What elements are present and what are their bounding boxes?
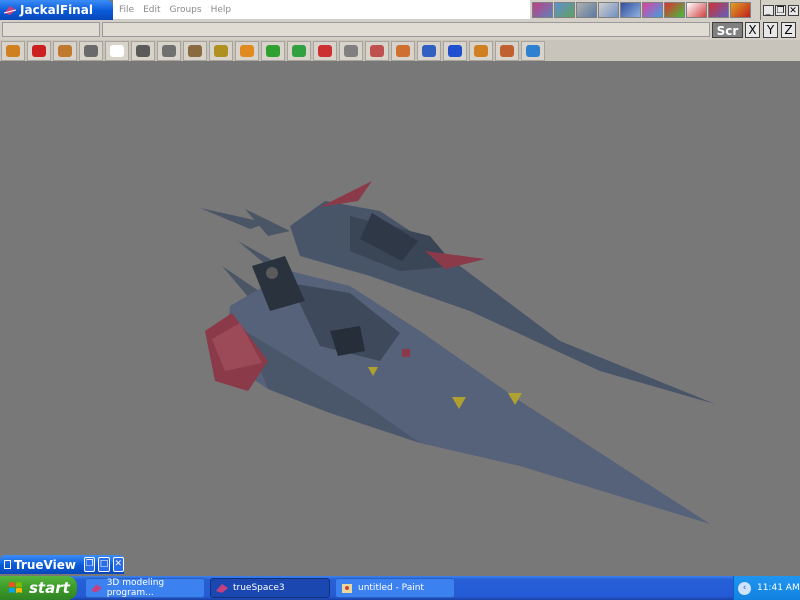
link-icon <box>318 44 332 57</box>
restore-panel-icon[interactable]: ❐ <box>83 557 96 572</box>
lights-icon <box>474 44 488 57</box>
truespace-app-icon <box>3 6 17 15</box>
paint-icon <box>342 584 352 593</box>
screen-coords-button[interactable]: Scr <box>712 22 743 38</box>
app-icon <box>90 584 102 593</box>
z-axis-button[interactable]: Z <box>781 22 796 38</box>
trueview-panel[interactable]: TrueView ❐ □ ✕ <box>0 555 124 574</box>
path-icon <box>344 44 358 57</box>
move-up-tool[interactable] <box>157 40 181 61</box>
tray-expand-icon[interactable]: ‹ <box>738 581 751 595</box>
menu-file[interactable]: File <box>119 5 134 15</box>
light-bulb-icon <box>84 44 98 57</box>
sphere-tool[interactable] <box>235 40 259 61</box>
3d-text-tool[interactable] <box>521 40 545 61</box>
y-axis-button[interactable]: Y <box>763 22 778 38</box>
move-up-icon <box>162 44 176 57</box>
delete-icon <box>32 44 46 57</box>
material-icon <box>266 44 280 57</box>
path-tool[interactable] <box>339 40 363 61</box>
window-controls: _ ❐ ✕ <box>761 0 800 20</box>
box-icon <box>188 44 202 57</box>
deform-icon <box>292 44 306 57</box>
axes-icon <box>448 44 462 57</box>
object-name-field[interactable] <box>2 22 100 37</box>
box-tool[interactable] <box>183 40 207 61</box>
trueview-label: TrueView <box>14 557 76 572</box>
menu-edit[interactable]: Edit <box>143 5 160 15</box>
material-tool[interactable] <box>261 40 285 61</box>
spline-icon <box>370 44 384 57</box>
primitives-icon <box>422 44 436 57</box>
delete-tool[interactable] <box>27 40 51 61</box>
brush-tool[interactable] <box>391 40 415 61</box>
view-toolbar-icon-7[interactable] <box>664 2 685 18</box>
window-title: JackalFinal <box>20 3 93 17</box>
sweep-tool[interactable] <box>209 40 233 61</box>
taskbar-item-label: 3D modeling program... <box>106 578 165 598</box>
start-label: start <box>29 579 70 597</box>
undo-icon <box>6 44 20 57</box>
deform-tool[interactable] <box>287 40 311 61</box>
3d-viewport[interactable] <box>0 61 800 555</box>
lights-tool[interactable] <box>469 40 493 61</box>
plane-tool[interactable] <box>495 40 519 61</box>
taskbar-item-label: trueSpace3 <box>233 583 285 593</box>
view-toolbar-icon-1[interactable] <box>532 2 553 18</box>
help-status-field <box>102 22 710 37</box>
minimize-button[interactable]: _ <box>762 4 774 16</box>
windows-flag-icon <box>9 582 22 593</box>
taskbar-item-paint[interactable]: untitled - Paint <box>335 578 455 598</box>
status-row: Scr X Y Z <box>0 20 800 40</box>
taskbar-item-browser[interactable]: 3D modeling program... <box>85 578 205 598</box>
rotate-object-tool[interactable] <box>131 40 155 61</box>
select-arrow-icon <box>110 44 124 57</box>
view-toolbar-icon-3[interactable] <box>576 2 597 18</box>
primitives-tool[interactable] <box>417 40 441 61</box>
clock: 11:41 AM <box>757 583 800 593</box>
taskbar-item-label: untitled - Paint <box>358 583 424 593</box>
view-toolbar-icon-5[interactable] <box>620 2 641 18</box>
main-toolbar <box>0 40 800 61</box>
brush-icon <box>396 44 410 57</box>
system-tray: ‹ 11:41 AM <box>733 576 800 600</box>
axes-tool[interactable] <box>443 40 467 61</box>
truespace-icon <box>216 584 228 593</box>
taskbar: start 3D modeling program... trueSpace3 … <box>0 576 800 600</box>
view-toolbar-icon-10[interactable] <box>730 2 751 18</box>
undo-tool[interactable] <box>1 40 25 61</box>
link-tool[interactable] <box>313 40 337 61</box>
menu-groups[interactable]: Groups <box>170 5 202 15</box>
view-toolbar <box>530 0 760 20</box>
view-toolbar-icon-9[interactable] <box>708 2 729 18</box>
3d-text-icon <box>526 44 540 57</box>
maximize-panel-icon[interactable]: □ <box>98 557 110 572</box>
view-toolbar-icon-2[interactable] <box>554 2 575 18</box>
spline-tool[interactable] <box>365 40 389 61</box>
view-toolbar-icon-6[interactable] <box>642 2 663 18</box>
title-bar[interactable]: JackalFinal <box>0 0 113 20</box>
start-button[interactable]: start <box>0 576 77 600</box>
close-button[interactable]: ✕ <box>787 4 799 16</box>
taskbar-item-truespace[interactable]: trueSpace3 <box>210 578 330 598</box>
menu-bar: File Edit Groups Help <box>113 0 530 20</box>
viewport-background <box>0 61 800 555</box>
view-toolbar-icon-8[interactable] <box>686 2 707 18</box>
select-arrow-tool[interactable] <box>105 40 129 61</box>
menu-help[interactable]: Help <box>211 5 232 15</box>
sweep-icon <box>214 44 228 57</box>
plane-icon <box>500 44 514 57</box>
cube-object-tool[interactable] <box>53 40 77 61</box>
cube-object-icon <box>58 44 72 57</box>
light-bulb-tool[interactable] <box>79 40 103 61</box>
restore-button[interactable]: ❐ <box>775 4 786 16</box>
view-toolbar-icon-4[interactable] <box>598 2 619 18</box>
rotate-object-icon <box>136 44 150 57</box>
sphere-icon <box>240 44 254 57</box>
panel-icon <box>4 560 12 569</box>
x-axis-button[interactable]: X <box>745 22 760 38</box>
close-panel-icon[interactable]: ✕ <box>112 557 124 572</box>
